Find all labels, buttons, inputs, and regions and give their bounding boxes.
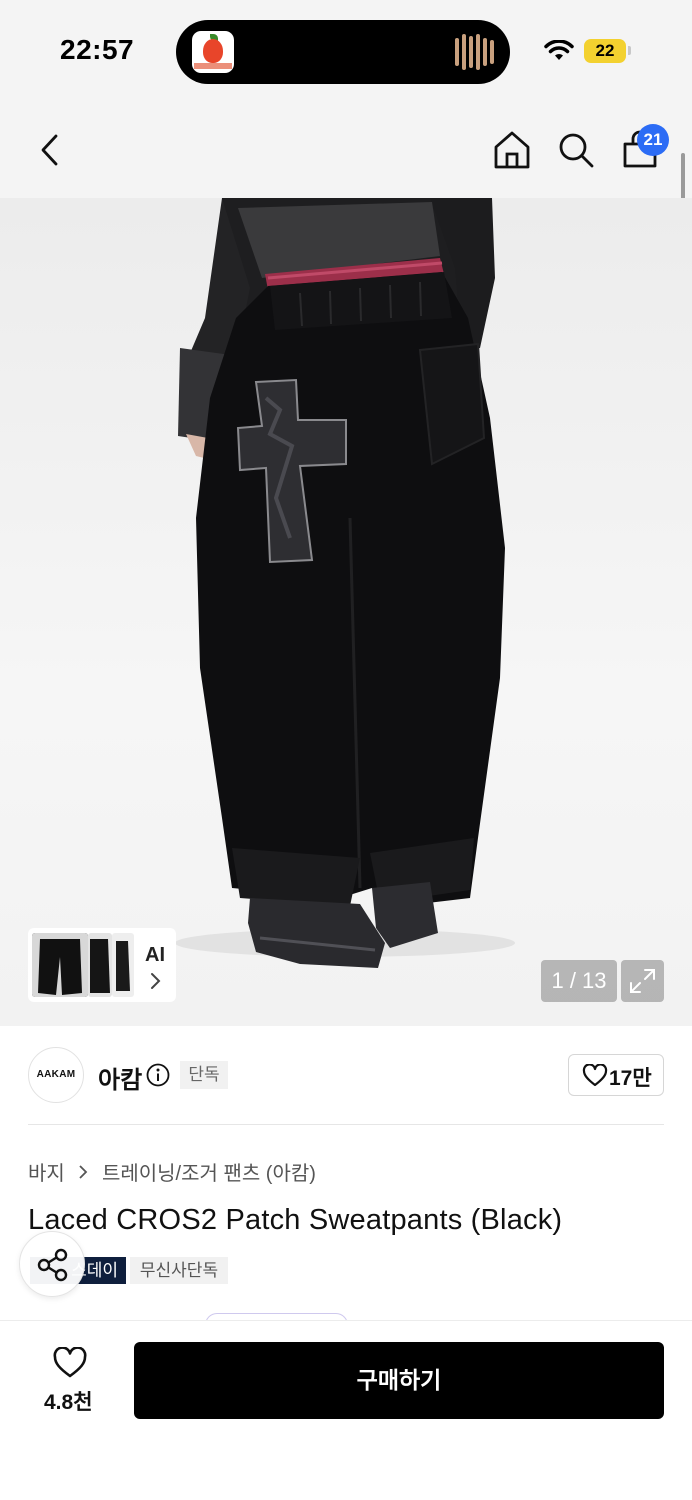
back-arrow-icon[interactable] (38, 133, 62, 167)
chevron-right-icon[interactable] (150, 972, 162, 990)
dynamic-island (176, 20, 510, 84)
live-activity-app-icon (192, 31, 234, 73)
status-time: 22:57 (60, 34, 135, 65)
battery-tip (628, 46, 631, 55)
brand-name[interactable]: 아캄 (98, 1060, 142, 1095)
status-bar: 22:57 22 (0, 0, 692, 100)
wifi-icon (544, 40, 574, 60)
ai-label[interactable]: AI (145, 944, 165, 967)
share-button[interactable] (19, 1231, 85, 1297)
wishlist-heart-icon[interactable] (52, 1347, 88, 1379)
heart-icon (582, 1064, 608, 1087)
tag-musinsa-exclusive: 무신사단독 (130, 1257, 228, 1284)
breadcrumb-subcategory[interactable]: 트레이닝/조거 팬츠 (아캄) (102, 1157, 316, 1186)
exclusive-badge: 단독 (180, 1061, 228, 1089)
cart-count-badge: 21 (637, 124, 669, 156)
brand-logo[interactable]: AAKAM (28, 1047, 84, 1103)
image-page-counter: 1 / 13 (541, 960, 617, 1002)
share-icon (37, 1248, 68, 1282)
product-image[interactable] (0, 198, 692, 1026)
breadcrumb: 바지 트레이닝/조거 팬츠 (아캄) (28, 1157, 316, 1186)
product-photo (175, 198, 515, 968)
section-divider (28, 1124, 664, 1125)
thumbnail-2[interactable] (88, 933, 112, 997)
info-icon[interactable] (146, 1063, 170, 1087)
brand-like-count: 17만 (609, 1067, 652, 1090)
breadcrumb-category[interactable]: 바지 (28, 1157, 65, 1186)
thumbnail-1[interactable] (32, 933, 88, 997)
buy-button[interactable]: 구매하기 (134, 1342, 664, 1419)
expand-button[interactable] (621, 960, 664, 1002)
thumbnail-3[interactable] (112, 933, 134, 997)
search-icon[interactable] (557, 131, 595, 169)
battery-icon: 22 (584, 39, 626, 63)
chevron-right-icon (79, 1164, 88, 1179)
wishlist-count: 4.8천 (44, 1391, 93, 1414)
expand-icon (630, 969, 655, 993)
product-title: Laced CROS2 Patch Sweatpants (Black) (28, 1204, 563, 1236)
home-icon[interactable] (493, 130, 531, 170)
